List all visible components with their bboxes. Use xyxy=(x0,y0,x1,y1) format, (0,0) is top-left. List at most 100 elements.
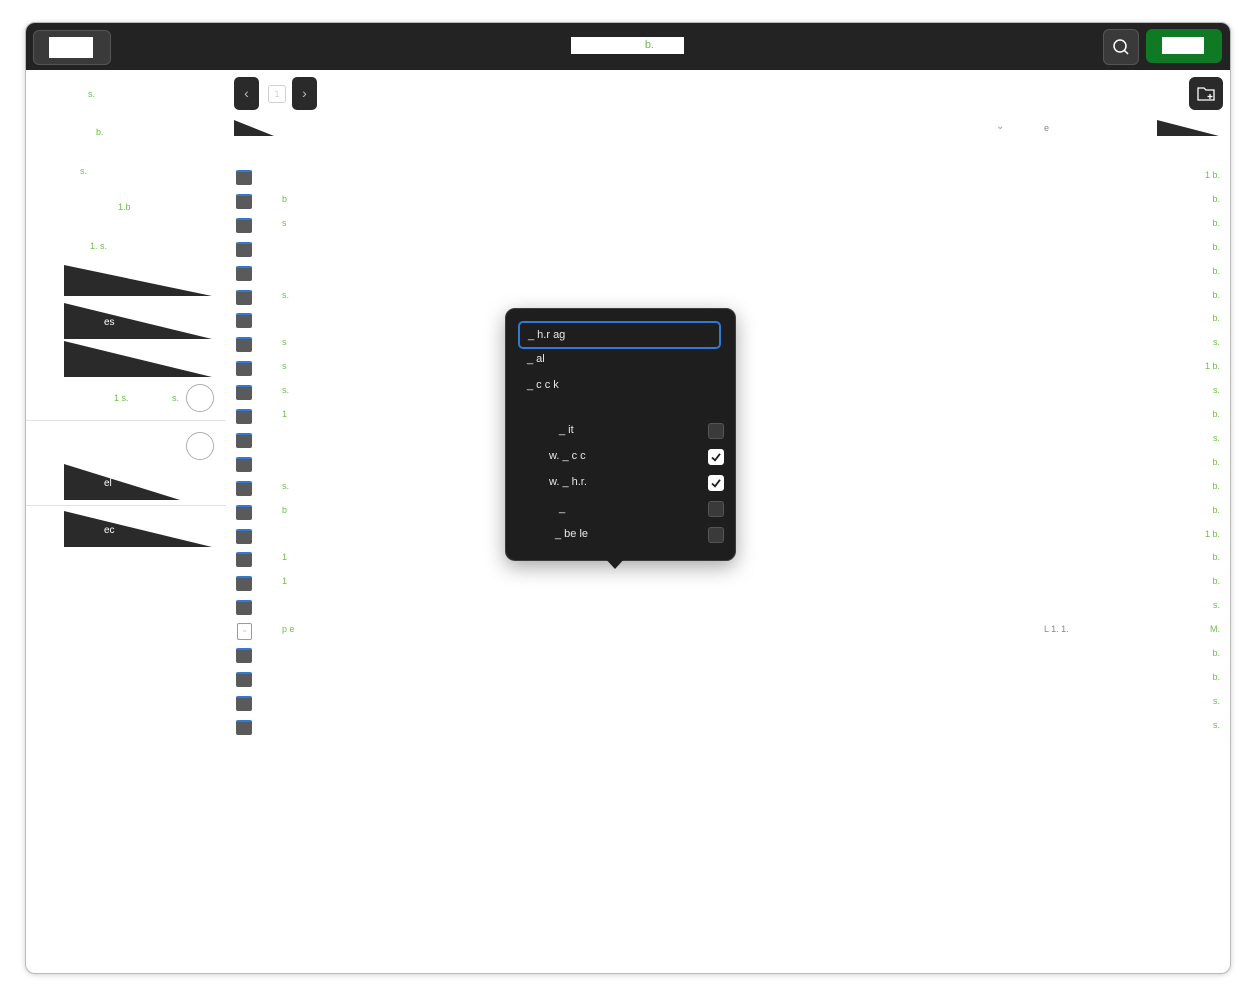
options-popover: _ h.r ag _ al _ c c k _ it w. _ c c w. _… xyxy=(505,308,736,561)
new-folder-button[interactable] xyxy=(1189,77,1223,110)
popover-option-row[interactable]: w. _ c c xyxy=(519,444,724,468)
list-item[interactable]: b b. xyxy=(234,190,1224,214)
sidebar-toggle-button[interactable] xyxy=(33,30,111,65)
list-item[interactable]: s b. xyxy=(234,214,1224,238)
popover-menu-item[interactable]: _ h.r ag xyxy=(518,321,721,349)
list-item[interactable]: s. b. xyxy=(234,286,1224,310)
folder-icon xyxy=(236,576,252,592)
folder-icon xyxy=(236,504,252,520)
forward-button[interactable]: › xyxy=(292,77,317,110)
popover-option-row[interactable]: _ it xyxy=(519,418,724,442)
row-date: s. xyxy=(1212,432,1220,443)
option-checkbox[interactable] xyxy=(708,423,724,439)
popover-option-row[interactable]: _ be le xyxy=(519,522,724,546)
name-column-header[interactable] xyxy=(234,120,274,136)
sidebar-item-label[interactable]: 1.b xyxy=(118,202,131,212)
row-kind: L 1. 1. xyxy=(1044,624,1069,635)
popover-menu-item[interactable]: _ al xyxy=(519,347,722,371)
back-button[interactable]: ‹ xyxy=(234,77,259,110)
row-name: 1 xyxy=(282,576,288,587)
row-date: s. xyxy=(1212,385,1220,396)
row-date: b. xyxy=(1212,576,1220,587)
popover-menu-item[interactable]: _ c c k xyxy=(519,373,722,397)
row-date: b. xyxy=(1212,217,1220,228)
row-date: b. xyxy=(1212,480,1220,491)
sidebar-section-block[interactable] xyxy=(64,341,212,377)
chevron-down-icon[interactable]: ⌄ xyxy=(996,121,1004,132)
row-date: b. xyxy=(1212,313,1220,324)
list-item[interactable]: s. xyxy=(234,716,1224,740)
list-item[interactable]: b. xyxy=(234,262,1224,286)
date-column-label: e xyxy=(1211,123,1217,133)
popover-option-label: _ be le xyxy=(555,528,589,540)
chevron-right-icon: › xyxy=(302,85,307,101)
list-item[interactable]: b. xyxy=(234,238,1224,262)
primary-action-label xyxy=(1162,37,1204,54)
option-checkbox[interactable] xyxy=(708,449,724,465)
row-name: 1 xyxy=(282,409,288,419)
row-date: 1 b. xyxy=(1204,528,1220,539)
sidebar-block-label: ec xyxy=(104,525,115,536)
row-date: 1 b. xyxy=(1204,361,1220,372)
row-name: s. xyxy=(282,385,290,396)
row-name: b xyxy=(282,504,288,515)
search-button[interactable] xyxy=(1103,29,1139,65)
sidebar-block-label: es xyxy=(104,317,115,328)
popover-option-label: w. _ c c xyxy=(549,450,586,462)
list-item[interactable]: b. xyxy=(234,644,1224,668)
row-date: b. xyxy=(1212,671,1220,682)
new-folder-icon xyxy=(1197,87,1215,101)
folder-icon xyxy=(236,313,252,329)
list-item[interactable]: 1 b. xyxy=(234,166,1224,190)
path-segment[interactable]: 1 xyxy=(268,85,286,103)
folder-icon xyxy=(236,241,252,257)
primary-action-button[interactable] xyxy=(1146,29,1222,63)
sidebar-item-label[interactable]: b. xyxy=(96,127,104,137)
sidebar-item-label[interactable]: 1 s. xyxy=(114,393,129,403)
date-column-header[interactable]: e xyxy=(1157,120,1219,136)
row-date: b. xyxy=(1212,409,1220,419)
add-circle-button[interactable] xyxy=(186,384,214,412)
row-date: b. xyxy=(1212,456,1220,467)
popover-arrow xyxy=(604,557,626,569)
row-date: s. xyxy=(1212,337,1220,348)
row-date: b. xyxy=(1212,648,1220,658)
row-date: s. xyxy=(1212,719,1220,730)
list-item[interactable]: s. xyxy=(234,692,1224,716)
folder-icon xyxy=(236,385,252,401)
popover-option-row[interactable]: _ xyxy=(519,496,724,520)
option-checkbox[interactable] xyxy=(708,527,724,543)
folder-icon xyxy=(236,528,252,544)
popover-option-row[interactable]: w. _ h.r. xyxy=(519,470,724,494)
list-item[interactable]: 1 b. xyxy=(234,572,1224,596)
row-name: p e xyxy=(282,624,295,635)
folder-icon xyxy=(236,480,252,496)
folder-icon xyxy=(236,695,252,711)
list-item[interactable]: s. xyxy=(234,596,1224,620)
list-item[interactable]: ▫ p e L 1. 1. M. xyxy=(234,620,1224,644)
sidebar-item-label[interactable]: s. xyxy=(88,89,95,99)
titlebar: b. xyxy=(26,23,1230,70)
list-item[interactable]: b. xyxy=(234,668,1224,692)
chevron-left-icon: ‹ xyxy=(244,85,249,101)
row-name: s. xyxy=(282,480,290,491)
kind-column-header[interactable]: e xyxy=(1044,123,1049,133)
sidebar-item-label[interactable]: s. xyxy=(80,166,87,176)
folder-icon xyxy=(236,648,252,663)
sidebar-divider xyxy=(26,505,226,506)
sidebar-section-block[interactable]: es xyxy=(64,303,212,339)
option-checkbox[interactable] xyxy=(708,475,724,491)
row-name: 1 xyxy=(282,552,288,563)
folder-icon xyxy=(236,170,252,185)
sidebar: s. b. s. 1.b 1. s. es 1 s. s. el ec xyxy=(26,70,226,970)
sidebar-section-block[interactable] xyxy=(64,265,212,296)
option-checkbox[interactable] xyxy=(708,501,724,517)
sidebar-item-label[interactable]: 1. s. xyxy=(90,241,107,251)
sidebar-section-block[interactable]: el xyxy=(64,464,180,500)
add-circle-button[interactable] xyxy=(186,432,214,460)
row-date: b. xyxy=(1212,265,1220,276)
sidebar-section-block[interactable]: ec xyxy=(64,511,212,547)
sidebar-item-label[interactable]: s. xyxy=(172,393,179,403)
row-name: s xyxy=(282,337,287,348)
folder-icon xyxy=(236,552,252,568)
